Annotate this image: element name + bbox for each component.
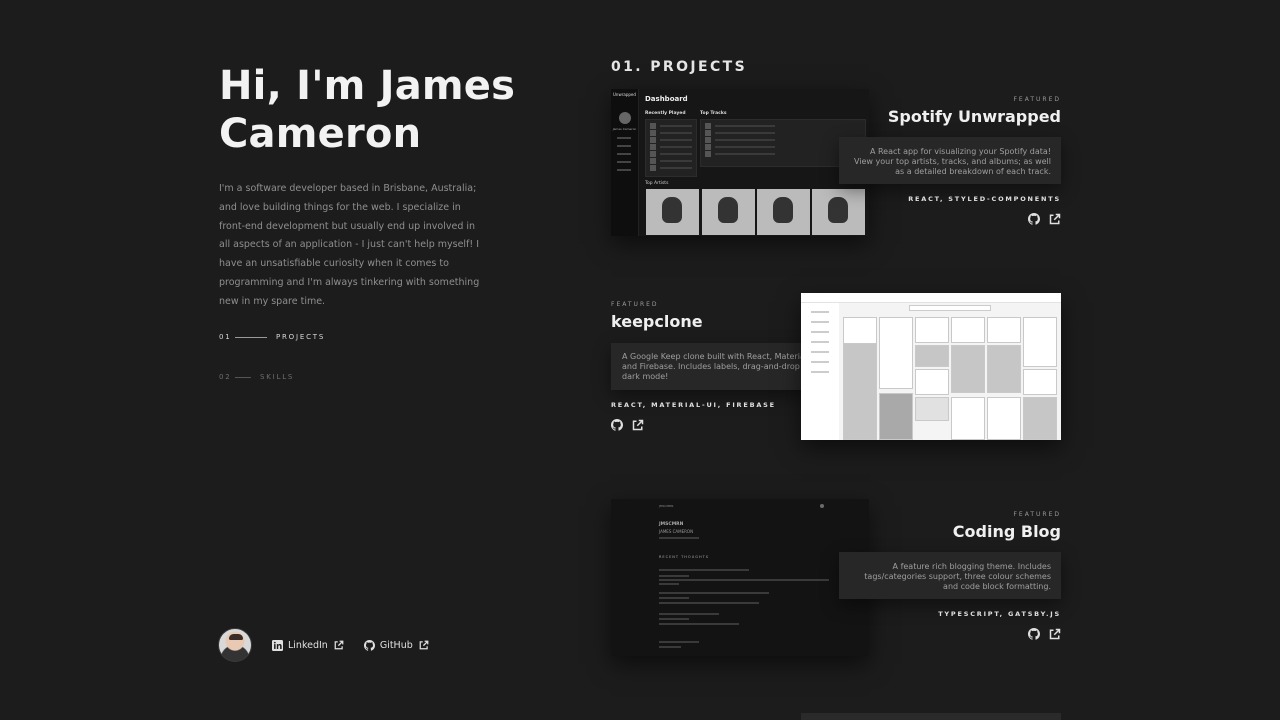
hero-bio: I'm a software developer based in Brisba… [219, 183, 480, 307]
project-screenshot-spotify[interactable]: Unwrapped James Cameron Dashboard Recent… [611, 89, 869, 236]
external-link-icon[interactable] [1049, 628, 1061, 640]
external-link-icon[interactable] [632, 419, 644, 431]
github-icon [363, 639, 375, 651]
github-icon[interactable] [1028, 628, 1040, 640]
nav-item-skills[interactable]: 02 SKILLS [219, 371, 325, 383]
nav-item-projects[interactable]: 01 PROJECTS [219, 331, 325, 343]
external-link-icon [334, 640, 344, 650]
project-title[interactable]: keepclone [611, 312, 833, 331]
project-description: A Google Keep clone built with React, Ma… [611, 343, 833, 390]
nav-label: PROJECTS [276, 333, 326, 341]
screenshot-sidebar: Unwrapped James Cameron [611, 89, 639, 236]
section-title: 01. PROJECTS [611, 59, 748, 75]
avatar [218, 628, 252, 662]
linkedin-label: LinkedIn [288, 639, 328, 651]
project-screenshot-keepclone[interactable] [801, 293, 1061, 440]
hero-title: Hi, I'm James Cameron [219, 63, 516, 157]
screenshot-app-name: Unwrapped [613, 92, 636, 97]
project-tech: TYPESCRIPT, GATSBY.JS [938, 610, 1061, 618]
featured-label: FEATURED [1013, 511, 1061, 518]
project-card-spotify: FEATURED Spotify Unwrapped A React app f… [839, 96, 1061, 225]
screenshot-brand-logo: JMSCMRN [659, 522, 684, 527]
project-screenshot-coding-blog[interactable]: JMSCMRN JMSCMRN JAMES CAMERON RECENT THO… [611, 499, 869, 656]
nav-number: 02 [219, 373, 232, 381]
nav-indicator-line [235, 376, 251, 378]
screenshot-brand: JMSCMRN [659, 504, 674, 508]
nav-indicator-line [235, 336, 267, 338]
project-title[interactable]: Coding Blog [839, 522, 1061, 541]
featured-label: FEATURED [1013, 96, 1061, 103]
project-description: A React app for visualizing your Spotify… [839, 137, 1061, 184]
github-icon[interactable] [611, 419, 623, 431]
github-link[interactable]: GitHub [363, 639, 429, 651]
screenshot-top-tracks: Top Tracks [700, 111, 727, 116]
project-description: A feature rich blogging theme. Includes … [839, 552, 1061, 599]
section-nav: 01 PROJECTS 02 SKILLS [219, 331, 325, 411]
external-link-icon [419, 640, 429, 650]
screenshot-recently-played: Recently Played [645, 111, 686, 116]
project-tech: REACT, STYLED-COMPONENTS [908, 195, 1061, 203]
project-card-coding-blog: FEATURED Coding Blog A feature rich blog… [839, 511, 1061, 640]
project-title[interactable]: Spotify Unwrapped [839, 107, 1061, 126]
project-tech: REACT, MATERIAL-UI, FIREBASE [611, 401, 776, 409]
project-screenshot-next[interactable] [801, 713, 1061, 720]
project-links [839, 628, 1061, 640]
nav-number: 01 [219, 333, 232, 341]
external-link-icon[interactable] [1049, 213, 1061, 225]
screenshot-user: James Cameron [612, 127, 637, 131]
screenshot-heading: Dashboard [645, 95, 688, 103]
nav-label: SKILLS [260, 373, 295, 381]
screenshot-top-artists: Top Artists [645, 181, 669, 186]
social-links: LinkedIn GitHub [218, 628, 449, 662]
project-links [611, 419, 833, 431]
featured-label: FEATURED [611, 301, 659, 308]
github-label: GitHub [379, 639, 413, 651]
screenshot-author-name: JAMES CAMERON [659, 529, 694, 534]
linkedin-icon [272, 639, 283, 651]
github-icon[interactable] [1028, 213, 1040, 225]
screenshot-recent-thoughts: RECENT THOUGHTS [659, 555, 709, 559]
project-card-keepclone: FEATURED keepclone A Google Keep clone b… [611, 301, 833, 431]
linkedin-link[interactable]: LinkedIn [272, 639, 344, 651]
project-links [839, 213, 1061, 225]
